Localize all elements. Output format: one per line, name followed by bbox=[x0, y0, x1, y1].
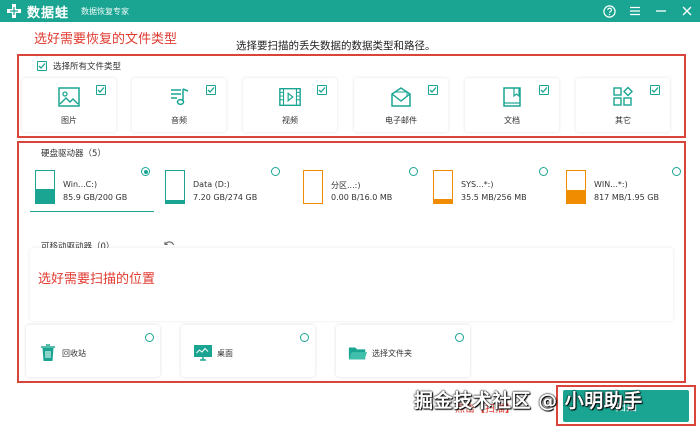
email-type-checkbox[interactable] bbox=[428, 85, 438, 95]
drive-radio[interactable] bbox=[409, 167, 418, 176]
location-label: 桌面 bbox=[217, 349, 233, 358]
file-type-label: 文档 bbox=[504, 116, 520, 125]
logo-text: 数据蛙 bbox=[27, 5, 70, 21]
drive-name: 分区...:) bbox=[331, 181, 361, 190]
drive-size: 0.00 B/16.0 MB bbox=[331, 193, 393, 202]
drive-icon bbox=[165, 170, 185, 204]
drive-sys[interactable]: SYS...*:) 35.5 MB/256 MB bbox=[428, 164, 552, 210]
drive-usage-fill bbox=[36, 189, 54, 203]
file-type-video[interactable]: 视频 bbox=[243, 78, 337, 132]
minimize-icon[interactable] bbox=[654, 4, 668, 18]
drive-size: 85.9 GB/200 GB bbox=[63, 193, 128, 202]
document-type-checkbox[interactable] bbox=[539, 85, 549, 95]
drive-size: 35.5 MB/256 MB bbox=[461, 193, 527, 202]
file-type-audio[interactable]: 音频 bbox=[132, 78, 226, 132]
drive-usage-fill bbox=[166, 199, 184, 203]
file-type-image[interactable]: 图片 bbox=[22, 78, 116, 132]
drive-name: Data (D:) bbox=[193, 180, 230, 189]
drive-name: Win...C:) bbox=[63, 180, 98, 189]
drive-icon bbox=[433, 170, 453, 204]
document-icon bbox=[500, 86, 524, 108]
drive-icon bbox=[566, 170, 586, 204]
drive-partition[interactable]: 分区...:) 0.00 B/16.0 MB bbox=[298, 164, 422, 210]
file-type-label: 图片 bbox=[61, 116, 77, 125]
location-annotation: 选好需要扫描的位置 bbox=[38, 272, 156, 287]
file-type-document[interactable]: 文档 bbox=[465, 78, 559, 132]
drive-icon bbox=[303, 170, 323, 204]
app-window: 数据蛙 数据恢复专家 选好需要恢复的文件类型 选择要扫描的丢失数据的数据类型和路… bbox=[0, 0, 700, 428]
select-all-types[interactable]: 选择所有文件类型 bbox=[37, 60, 121, 72]
location-radio[interactable] bbox=[300, 333, 309, 342]
title-bar: 数据蛙 数据恢复专家 bbox=[0, 0, 700, 22]
file-type-label: 电子邮件 bbox=[385, 116, 417, 125]
mail-icon bbox=[389, 86, 413, 108]
drive-icon bbox=[35, 170, 55, 204]
select-all-checkbox[interactable] bbox=[37, 61, 47, 71]
file-type-other[interactable]: 其它 bbox=[576, 78, 670, 132]
close-icon[interactable] bbox=[680, 4, 694, 18]
drive-d[interactable]: Data (D:) 7.20 GB/274 GB bbox=[160, 164, 284, 210]
drive-radio[interactable] bbox=[141, 167, 150, 176]
app-subtitle: 数据恢复专家 bbox=[81, 6, 130, 16]
drive-c[interactable]: Win...C:) 85.9 GB/200 GB bbox=[30, 164, 154, 212]
drive-size: 7.20 GB/274 GB bbox=[193, 193, 258, 202]
window-controls bbox=[602, 0, 694, 22]
drive-name: WIN...*:) bbox=[594, 180, 628, 189]
location-desktop[interactable]: 桌面 bbox=[181, 325, 315, 377]
video-type-checkbox[interactable] bbox=[317, 85, 327, 95]
location-label: 回收站 bbox=[62, 349, 86, 358]
location-label: 选择文件夹 bbox=[372, 349, 412, 358]
hard-drives-header: 硬盘驱动器（5） bbox=[41, 149, 106, 159]
location-select-folder[interactable]: 选择文件夹 bbox=[336, 325, 470, 377]
image-icon bbox=[57, 86, 81, 108]
drive-size: 817 MB/1.95 GB bbox=[594, 193, 659, 202]
drive-name: SYS...*:) bbox=[461, 180, 494, 189]
watermark-text: 掘金技术社区 @ 小明助手 bbox=[414, 390, 643, 412]
location-recycle-bin[interactable]: 回收站 bbox=[26, 325, 160, 377]
other-icon bbox=[611, 86, 635, 108]
other-type-checkbox[interactable] bbox=[650, 85, 660, 95]
location-radio[interactable] bbox=[145, 333, 154, 342]
image-type-checkbox[interactable] bbox=[96, 85, 106, 95]
drive-usage-fill bbox=[567, 189, 585, 203]
drive-win[interactable]: WIN...*:) 817 MB/1.95 GB bbox=[561, 164, 685, 210]
video-icon bbox=[278, 86, 302, 108]
menu-icon[interactable] bbox=[628, 4, 642, 18]
file-type-label: 其它 bbox=[615, 116, 631, 125]
music-icon bbox=[167, 86, 191, 108]
file-type-label: 视频 bbox=[282, 116, 298, 125]
trash-icon bbox=[38, 344, 58, 362]
logo-cross-icon bbox=[6, 3, 22, 19]
file-type-label: 音频 bbox=[171, 116, 187, 125]
drive-radio[interactable] bbox=[672, 167, 681, 176]
desktop-icon bbox=[193, 344, 213, 362]
types-annotation: 选好需要恢复的文件类型 bbox=[34, 32, 178, 47]
scan-instruction: 选择要扫描的丢失数据的数据类型和路径。 bbox=[236, 40, 436, 52]
location-radio[interactable] bbox=[455, 333, 464, 342]
folder-icon bbox=[348, 344, 368, 362]
drive-radio[interactable] bbox=[271, 167, 280, 176]
app-logo: 数据蛙 bbox=[6, 2, 69, 21]
drive-usage-fill bbox=[434, 198, 452, 203]
select-all-label: 选择所有文件类型 bbox=[53, 62, 122, 72]
audio-type-checkbox[interactable] bbox=[206, 85, 216, 95]
help-icon[interactable] bbox=[602, 4, 616, 18]
drive-radio[interactable] bbox=[539, 167, 548, 176]
file-type-email[interactable]: 电子邮件 bbox=[354, 78, 448, 132]
